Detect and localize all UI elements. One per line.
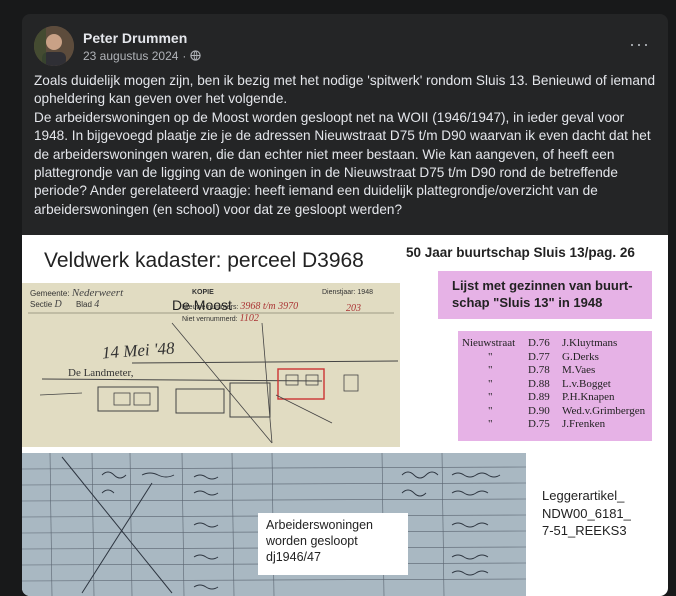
kadaster-signature: De Landmeter, (68, 367, 134, 379)
sectie-value: D (54, 299, 62, 310)
nieuwe-nummers-value: 3968 t/m 3970 (240, 301, 299, 312)
more-options-button[interactable]: ··· (629, 34, 650, 55)
post-date[interactable]: 23 augustus 2024 (83, 49, 178, 63)
kopie-label: KOPIE (192, 289, 214, 296)
list-item: " D.88 L.v.Bogget (488, 377, 611, 390)
list-item: " D.90 Wed.v.Grimbergen (488, 404, 646, 417)
globe-icon (190, 50, 202, 61)
post-paragraph: Zoals duidelijk mogen zijn, ben ik bezig… (34, 73, 656, 107)
niet-vernummerd-value: 1102 (239, 313, 259, 324)
list-heading: Lijst met gezinnen van buurt-schap "Slui… (438, 271, 652, 319)
niet-vernummerd-label: Niet vernummerd: (182, 316, 238, 323)
list-item: Nieuwstraat D.76 J.Kluytmans (462, 337, 618, 349)
post-header: Peter Drummen 23 augustus 2024 · (34, 26, 202, 66)
legger-label: Leggerartikel_ NDW00_6181_ 7-51_REEKS3 (542, 488, 631, 538)
list-item: " D.78 M.Vaes (488, 364, 596, 376)
sectie-label: Sectie (30, 300, 53, 309)
list-item: " D.77 G.Derks (488, 350, 599, 363)
de-moost-label: De Moost (172, 297, 232, 313)
book-title: 50 Jaar buurtschap Sluis 13/pag. 26 (406, 245, 635, 260)
kadaster-extra: 203 (346, 303, 361, 314)
author-name[interactable]: Peter Drummen (83, 30, 201, 46)
residents-list: Nieuwstraat D.76 J.Kluytmans " D.77 G.Derks … (458, 331, 652, 441)
list-item: " D.75 J.Frenken (488, 418, 606, 430)
post-text: Zoals duidelijk mogen zijn, ben ik bezig… (34, 72, 656, 219)
gemeente-value: Nederweert (71, 287, 124, 299)
gemeente-label: Gemeente: (30, 289, 70, 298)
post-paragraph: De arbeiderswoningen op de Moost worden … (34, 109, 651, 217)
post-image[interactable]: Veldwerk kadaster: perceel D3968 50 Jaar… (22, 235, 668, 596)
blad-label: Blad (75, 300, 92, 309)
ledger-note: Arbeiderswoningen worden gesloopt dj1946… (258, 513, 408, 575)
blad-value: 4 (94, 299, 100, 310)
kadaster-title: Veldwerk kadaster: perceel D3968 (44, 249, 364, 272)
list-item: " D.89 P.H.Knapen (488, 391, 615, 403)
post-card: Peter Drummen 23 augustus 2024 · ··· Zoa… (22, 14, 668, 596)
ledger-scan: Arbeiderswoningen worden gesloopt dj1946… (22, 453, 526, 596)
avatar[interactable] (34, 26, 74, 66)
dienstjaar: Dienstjaar: 1948 (322, 289, 373, 296)
